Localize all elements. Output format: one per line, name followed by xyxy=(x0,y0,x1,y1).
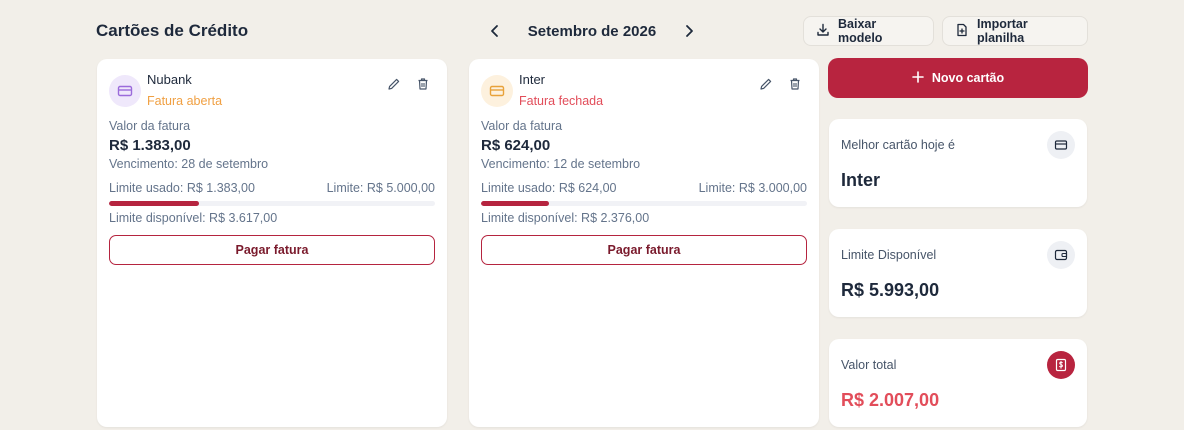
chevron-left-icon[interactable] xyxy=(480,18,510,44)
limit-available: Limite disponível: R$ 2.376,00 xyxy=(481,211,650,225)
invoice-status: Fatura aberta xyxy=(147,94,223,108)
invoice-amount: R$ 624,00 xyxy=(481,137,551,154)
invoice-label: Valor da fatura xyxy=(109,119,191,133)
pencil-icon[interactable] xyxy=(758,76,774,92)
due-date: Vencimento: 28 de setembro xyxy=(109,157,269,171)
pay-invoice-button[interactable]: Pagar fatura xyxy=(109,235,435,265)
best-card-value: Inter xyxy=(841,170,881,190)
total-value-label: Valor total xyxy=(841,358,897,372)
card-limit: Limite: R$ 5.000,00 xyxy=(326,181,435,195)
page-title: Cartões de Crédito xyxy=(96,21,249,40)
credit-card-icon xyxy=(1047,131,1075,159)
import-spreadsheet-label: Importar planilha xyxy=(977,17,1028,45)
new-card-button[interactable]: Novo cartão xyxy=(828,58,1088,98)
due-date: Vencimento: 12 de setembro xyxy=(481,157,641,171)
available-limit-label: Limite Disponível xyxy=(841,248,937,262)
card-name: Inter xyxy=(519,72,546,87)
wallet-icon xyxy=(1047,241,1075,269)
best-card-today-panel: Melhor cartão hoje é Inter xyxy=(829,119,1087,207)
card-name: Nubank xyxy=(147,72,192,87)
plus-icon xyxy=(912,70,924,86)
pencil-icon[interactable] xyxy=(386,76,402,92)
file-plus-icon xyxy=(955,23,969,40)
trash-icon[interactable] xyxy=(415,76,431,92)
limit-used: Limite usado: R$ 624,00 xyxy=(481,181,617,195)
limit-usage-bar xyxy=(481,201,807,206)
limit-usage-bar xyxy=(109,201,435,206)
limit-usage-fill xyxy=(481,201,549,206)
pay-invoice-button[interactable]: Pagar fatura xyxy=(481,235,807,265)
trash-icon[interactable] xyxy=(787,76,803,92)
limit-available: Limite disponível: R$ 3.617,00 xyxy=(109,211,278,225)
chevron-right-icon[interactable] xyxy=(674,18,704,44)
invoice-amount: R$ 1.383,00 xyxy=(109,137,191,154)
card-badge xyxy=(481,75,513,107)
best-card-label: Melhor cartão hoje é xyxy=(841,138,955,152)
card-badge xyxy=(109,75,141,107)
limit-usage-fill xyxy=(109,201,200,206)
limit-used: Limite usado: R$ 1.383,00 xyxy=(109,181,255,195)
total-value-panel: Valor total R$ 2.007,00 xyxy=(829,339,1087,427)
import-spreadsheet-button[interactable]: Importar planilha xyxy=(942,16,1088,46)
credit-card-inter: Inter Fatura fechada Valor da fatura R$ … xyxy=(469,59,819,427)
invoice-status: Fatura fechada xyxy=(519,94,604,108)
receipt-dollar-icon xyxy=(1047,351,1075,379)
available-limit-panel: Limite Disponível R$ 5.993,00 xyxy=(829,229,1087,317)
download-template-label: Baixar modelo xyxy=(838,17,883,45)
available-limit-value: R$ 5.993,00 xyxy=(841,280,940,300)
card-limit: Limite: R$ 3.000,00 xyxy=(698,181,807,195)
download-template-button[interactable]: Baixar modelo xyxy=(803,16,934,46)
total-value-amount: R$ 2.007,00 xyxy=(841,390,940,410)
month-navigator: Setembro de 2026 xyxy=(480,18,704,44)
invoice-label: Valor da fatura xyxy=(481,119,563,133)
download-icon xyxy=(816,23,830,40)
current-month-label: Setembro de 2026 xyxy=(527,22,657,40)
new-card-label: Novo cartão xyxy=(931,71,1005,85)
credit-card-nubank: Nubank Fatura aberta Valor da fatura R$ … xyxy=(97,59,447,427)
